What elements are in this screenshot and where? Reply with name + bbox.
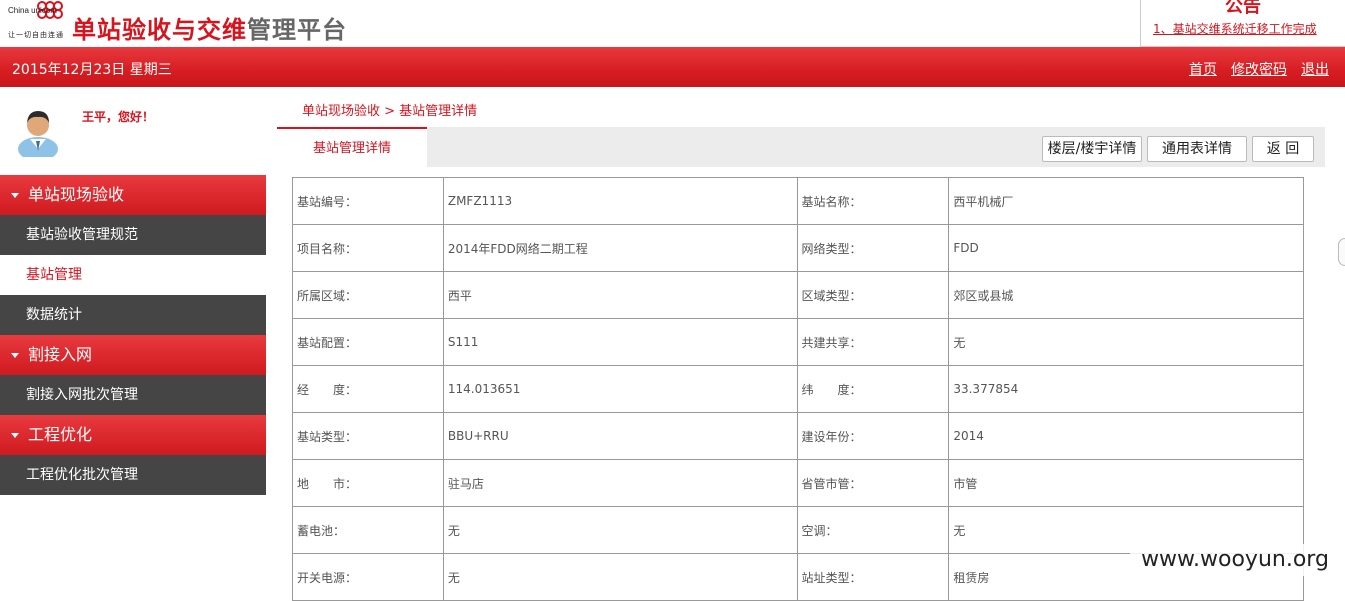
field-label: 区域类型： [796, 271, 950, 319]
field-value: 无 [948, 318, 1304, 366]
field-value: S111 [442, 318, 798, 366]
top-nav-links: 首页 修改密码 退出 [1175, 59, 1329, 79]
platform-title-grey: 管理平台 [247, 16, 347, 44]
field-value: 114.013651 [442, 365, 798, 413]
field-value: 无 [442, 553, 798, 601]
field-label: 网络类型： [796, 224, 950, 272]
field-value: FDD [948, 224, 1304, 272]
table-row: 经 度： 114.013651 纬 度： 33.377854 [292, 365, 1304, 413]
sidebar-item-acceptance-spec[interactable]: 基站验收管理规范 [0, 215, 266, 255]
sidebar-item-statistics[interactable]: 数据统计 [0, 295, 266, 335]
home-link[interactable]: 首页 [1189, 62, 1217, 78]
back-button[interactable]: 返 回 [1252, 136, 1314, 162]
field-label: 经 度： [292, 365, 444, 413]
sidebar-section-optimization[interactable]: 工程优化 [0, 415, 266, 455]
field-label: 纬 度： [796, 365, 950, 413]
field-value: ZMFZ1113 [442, 177, 798, 225]
field-label: 建设年份： [796, 412, 950, 460]
sidebar-section-cutover[interactable]: 割接入网 [0, 335, 266, 375]
table-row: 项目名称： 2014年FDD网络二期工程 网络类型： FDD [292, 224, 1304, 272]
field-value: 2014 [948, 412, 1304, 460]
chevron-down-icon [11, 193, 19, 198]
section-label: 割接入网 [28, 345, 93, 364]
sidebar-item-cutover-batch[interactable]: 割接入网批次管理 [0, 375, 266, 415]
field-label: 开关电源： [292, 553, 444, 601]
field-label: 空调： [796, 506, 950, 554]
top-nav-bar: 2015年12月23日 星期三 首页 修改密码 退出 [0, 47, 1345, 87]
logo-tagline: 让一切自由连通 [8, 31, 64, 39]
field-label: 基站配置： [292, 318, 444, 366]
current-date: 2015年12月23日 星期三 [12, 62, 172, 78]
field-value: 2014年FDD网络二期工程 [442, 224, 798, 272]
table-row: 基站配置： S111 共建共享：无 [292, 318, 1304, 366]
field-label: 省管市管： [796, 459, 950, 507]
notice-panel: 公告 1、基站交维系统迁移工作完成 [1140, 0, 1345, 47]
section-label: 单站现场验收 [28, 185, 125, 204]
header: China unicom 让一切自由连通 单站验收与交维管理平台 公告 1、基站… [0, 0, 1345, 47]
notice-link[interactable]: 1、基站交维系统迁移工作完成 [1153, 20, 1317, 37]
field-label: 蓄电池： [292, 506, 444, 554]
sidebar: 王平，您好！ 单站现场验收 基站验收管理规范 基站管理 数据统计 割接入网 割接… [0, 87, 266, 587]
notice-title: 公告 [1225, 0, 1261, 17]
breadcrumb: 单站现场验收 > 基站管理详情 [302, 104, 478, 119]
field-value: 驻马店 [442, 459, 798, 507]
field-label: 所属区域： [292, 271, 444, 319]
table-row: 所属区域： 西平 区域类型： 郊区或县城 [292, 271, 1304, 319]
sidebar-item-station-management[interactable]: 基站管理 [0, 255, 266, 295]
field-label: 基站编号： [292, 177, 444, 225]
logout-link[interactable]: 退出 [1301, 62, 1329, 78]
field-label: 共建共享： [796, 318, 950, 366]
field-value: 郊区或县城 [948, 271, 1304, 319]
field-label: 基站类型： [292, 412, 444, 460]
field-label: 基站名称： [796, 177, 950, 225]
general-table-detail-button[interactable]: 通用表详情 [1147, 136, 1247, 162]
field-value: 无 [442, 506, 798, 554]
china-unicom-logo: China unicom 让一切自由连通 [6, 0, 66, 42]
field-value: 市管 [948, 459, 1304, 507]
floor-building-detail-button[interactable]: 楼层/楼宇详情 [1042, 136, 1142, 162]
field-value: BBU+RRU [442, 412, 798, 460]
chevron-down-icon [11, 433, 19, 438]
tab-station-detail[interactable]: 基站管理详情 [277, 127, 427, 167]
logo-english: China unicom [8, 6, 57, 15]
user-greeting: 王平，您好！ [82, 110, 155, 124]
section-label: 工程优化 [28, 425, 93, 444]
platform-title: 单站验收与交维管理平台 [72, 10, 347, 45]
field-value: 33.377854 [948, 365, 1304, 413]
field-value: 西平机械厂 [948, 177, 1304, 225]
sidebar-section-acceptance[interactable]: 单站现场验收 [0, 175, 266, 215]
field-value: 西平 [442, 271, 798, 319]
scroll-handle[interactable] [1338, 238, 1345, 266]
field-label: 地 市： [292, 459, 444, 507]
table-row: 基站编号： ZMFZ1113 基站名称： 西平机械厂 [292, 177, 1304, 225]
station-detail-table: 基站编号： ZMFZ1113 基站名称： 西平机械厂 项目名称： 2014年FDD网络二期… [292, 177, 1304, 601]
field-label: 站址类型： [796, 553, 950, 601]
watermark: www.wooyun.org [1130, 544, 1340, 576]
table-row: 地 市： 驻马店 省管市管： 市管 [292, 459, 1304, 507]
table-row: 基站类型： BBU+RRU 建设年份： 2014 [292, 412, 1304, 460]
change-password-link[interactable]: 修改密码 [1231, 62, 1287, 78]
user-avatar-icon [18, 111, 58, 157]
chevron-down-icon [11, 353, 19, 358]
tab-bar: 基站管理详情 楼层/楼宇详情 通用表详情 返 回 [277, 127, 1325, 167]
field-label: 项目名称： [292, 224, 444, 272]
platform-title-red: 单站验收与交维 [72, 16, 247, 44]
sidebar-item-optimization-batch[interactable]: 工程优化批次管理 [0, 455, 266, 495]
